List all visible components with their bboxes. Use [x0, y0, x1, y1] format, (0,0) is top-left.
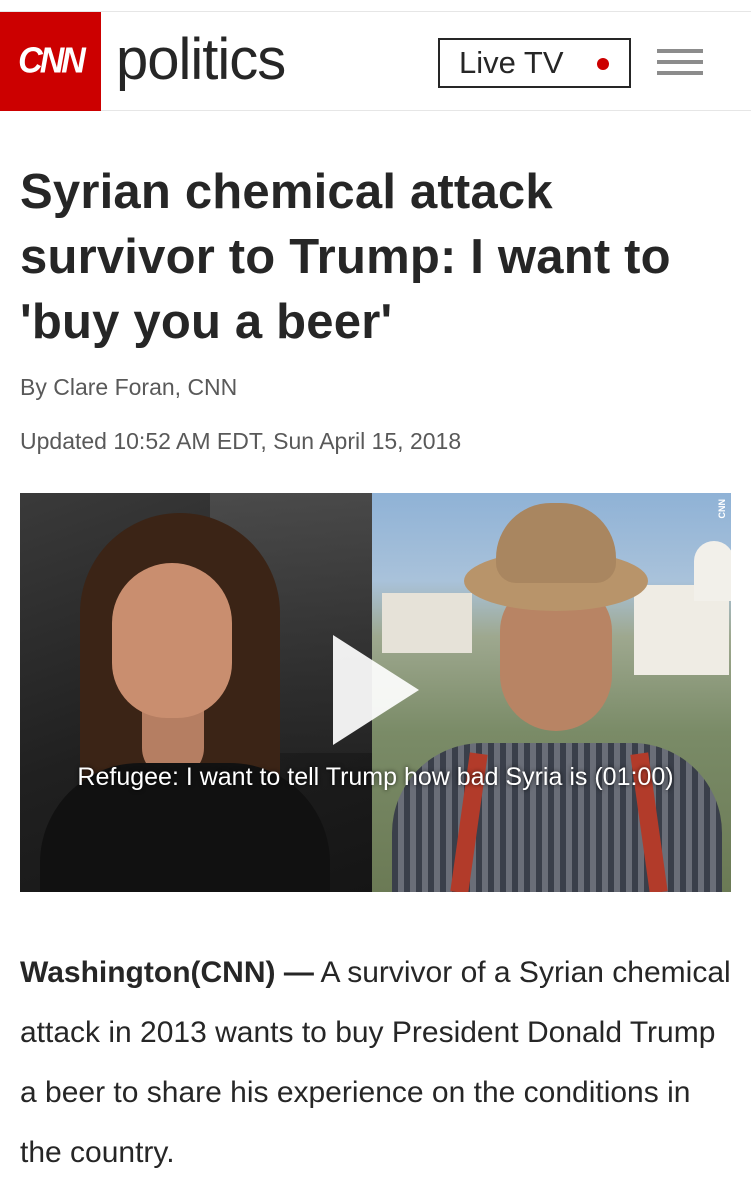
- menu-bar: [657, 49, 703, 53]
- article-timestamp: Updated 10:52 AM EDT, Sun April 15, 2018: [20, 428, 462, 454]
- anchor-face: [112, 563, 232, 718]
- hamburger-menu-icon[interactable]: [657, 49, 703, 79]
- menu-bar: [657, 60, 703, 64]
- site-header: CNN politics Live TV: [0, 12, 751, 111]
- article-headline: Syrian chemical attack survivor to Trump…: [20, 165, 671, 349]
- play-icon[interactable]: [333, 635, 419, 745]
- hat-crown: [496, 503, 616, 583]
- network-bug: CNN: [717, 499, 727, 519]
- dateline: Washington(CNN) —: [20, 956, 314, 989]
- live-tv-button[interactable]: Live TV: [438, 38, 631, 88]
- video-right-panel: [372, 493, 731, 892]
- capitol-dome: [694, 541, 731, 601]
- video-player[interactable]: CNN Refugee: I want to tell Trump how ba…: [20, 493, 731, 892]
- article-byline: By Clare Foran, CNN: [20, 374, 238, 400]
- video-left-panel: [20, 493, 380, 892]
- video-caption[interactable]: Refugee: I want to tell Trump how bad Sy…: [20, 763, 731, 792]
- section-title[interactable]: politics: [116, 26, 286, 93]
- cnn-logo[interactable]: CNN: [0, 12, 101, 111]
- top-border: [0, 0, 751, 12]
- menu-bar: [657, 71, 703, 75]
- live-indicator-icon: [597, 58, 609, 70]
- live-tv-label: Live TV: [459, 45, 564, 80]
- logo-text: CNN: [18, 41, 86, 81]
- article-lead-paragraph: Washington(CNN) — A survivor of a Syrian…: [20, 943, 735, 1183]
